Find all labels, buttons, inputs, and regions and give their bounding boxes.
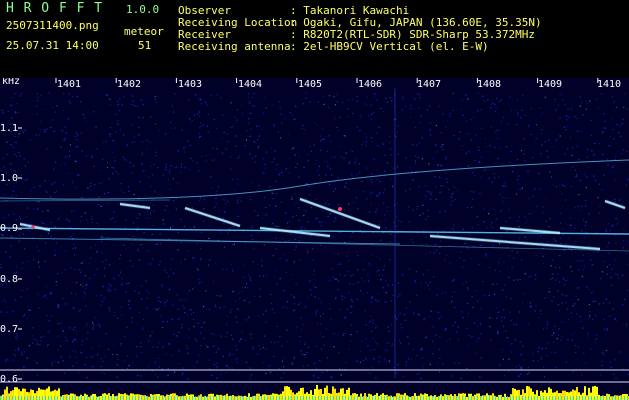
carrier-trace-2 xyxy=(0,237,401,245)
x-tick-1405: 1405 xyxy=(298,79,323,90)
filename: 2507311400.png xyxy=(6,19,99,32)
x-tick-1407: 1407 xyxy=(417,79,442,90)
x-tick-1406: 1406 xyxy=(358,79,383,90)
meteor-head xyxy=(338,207,342,211)
app-version: 1.0.0 xyxy=(126,3,160,16)
meteor-streak-3-glow xyxy=(184,206,241,228)
x-tick-1409: 1409 xyxy=(538,79,563,90)
header-panel: H R O F F T 1.0.0 2507311400.png 25.07.3… xyxy=(0,0,629,78)
meteor-streak-1-glow xyxy=(19,222,51,232)
x-tick-1404: 1404 xyxy=(238,79,263,90)
meteor-streak-2-glow xyxy=(119,202,151,210)
meteor-streak-4-glow xyxy=(259,226,331,238)
spectrogram: kHz 1401 1402 1403 1404 1405 1406 1407 1… xyxy=(0,78,629,400)
y-tick-1-0: 1.0 xyxy=(0,173,19,184)
x-tick-1403: 1403 xyxy=(178,79,203,90)
y-tick-0-9: 0.9 xyxy=(0,223,19,234)
y-tick-0-8: 0.8 xyxy=(0,274,19,285)
meteor-label: meteor xyxy=(124,25,164,38)
meteor-streak-5-glow xyxy=(299,197,381,230)
x-tick-1410: 1410 xyxy=(597,79,622,90)
meteor-count: 51 xyxy=(138,39,152,52)
datetime: 25.07.31 14:00 xyxy=(6,39,99,52)
x-tick-1408: 1408 xyxy=(477,79,502,90)
spectrogram-canvas xyxy=(0,78,629,400)
x-tick-1402: 1402 xyxy=(117,79,142,90)
x-tick-1401: 1401 xyxy=(57,79,82,90)
faint-trace xyxy=(0,199,171,202)
y-tick-0-6: 0.6 xyxy=(0,374,19,385)
meteor-head-2 xyxy=(31,225,35,229)
antenna-value: : 2el-HB9CV Vertical (el. E-W) xyxy=(290,40,489,53)
y-tick-1-1: 1.1 xyxy=(0,123,19,134)
axis-unit: kHz xyxy=(2,78,21,87)
antenna-label: Receiving antenna xyxy=(178,40,291,53)
y-tick-0-7: 0.7 xyxy=(0,324,19,335)
app-title: H R O F F T xyxy=(6,1,104,16)
